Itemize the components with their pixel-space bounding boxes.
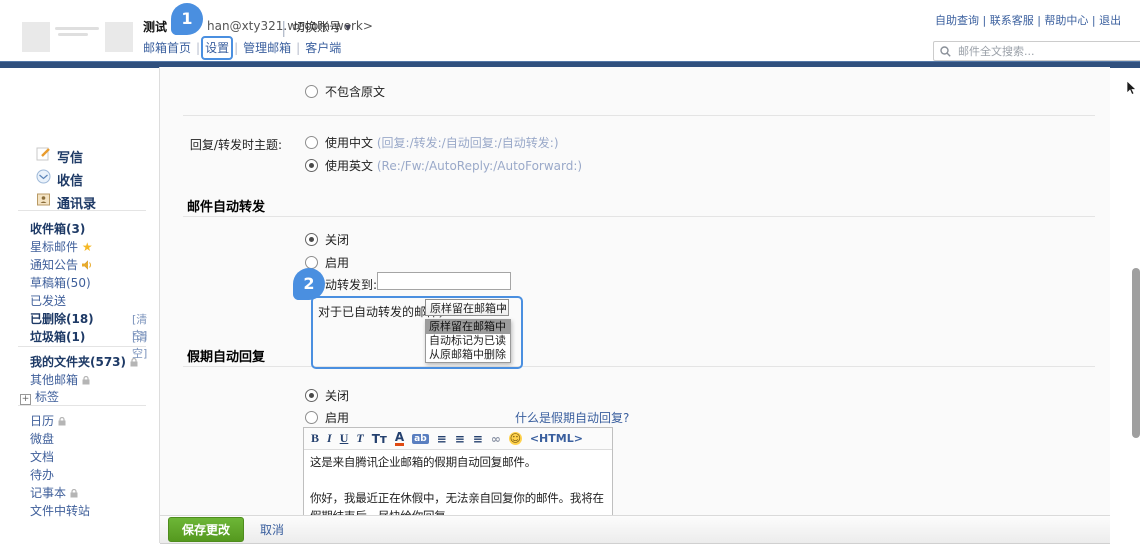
sidebar-item-spam[interactable]: 垃圾箱(1)	[30, 328, 85, 345]
nav-settings[interactable]: 设置	[205, 41, 229, 55]
forward-to-input[interactable]	[377, 272, 511, 290]
sidebar-item-notebook[interactable]: 记事本	[30, 484, 78, 501]
emoji-icon[interactable]: ☺	[508, 432, 522, 445]
brand-text-redacted-2	[58, 33, 88, 36]
save-button[interactable]: 保存更改	[168, 517, 245, 542]
account-name: 测试	[143, 20, 168, 34]
sidebar-item-starred[interactable]: 星标邮件 ★	[30, 238, 93, 255]
speaker-icon	[81, 260, 91, 270]
search-icon	[940, 45, 951, 57]
vacation-section-title: 假期自动回复	[187, 350, 266, 365]
nav-manage-mailbox[interactable]: 管理邮箱	[243, 41, 291, 55]
html-mode-icon[interactable]: <HTML>	[530, 432, 583, 445]
sidebar-compose[interactable]: 写信	[57, 147, 83, 166]
footer-bar: 保存更改 取消	[160, 515, 1110, 544]
inbox-check-icon	[36, 169, 51, 188]
autoforward-section-title: 邮件自动转发	[187, 200, 266, 215]
account-separator: |	[281, 18, 287, 37]
radio-icon[interactable]	[305, 411, 318, 424]
cancel-link[interactable]: 取消	[260, 521, 284, 538]
nav-mail-home[interactable]: 邮箱首页	[143, 41, 191, 55]
subject-chinese-hint: (回复:/转发:/自动回复:/自动转发:)	[376, 136, 559, 150]
annotation-box-2	[311, 296, 523, 369]
sidebar-item-weidrive[interactable]: 微盘	[30, 430, 54, 447]
star-icon: ★	[81, 240, 93, 254]
nav-client[interactable]: 客户端	[305, 41, 341, 55]
lock-icon	[70, 488, 78, 498]
insert-link-icon[interactable]: ∞	[491, 432, 501, 446]
font-size-icon[interactable]: Tт	[372, 432, 387, 446]
editor-body[interactable]: 这是来自腾讯企业邮箱的假期自动回复邮件。 你好，我最近正在休假中，无法亲自回复你…	[304, 450, 612, 516]
radio-subject-english[interactable]: 使用英文 (Re:/Fw:/AutoReply:/AutoForward:)	[305, 157, 582, 174]
brand-logo	[22, 22, 50, 52]
sidebar-item-docs[interactable]: 文档	[30, 448, 54, 465]
sidebar-item-todo[interactable]: 待办	[30, 466, 54, 483]
annotation-badge-2: 2	[293, 268, 325, 300]
sidebar-item-inbox[interactable]: 收件箱(3)	[30, 220, 85, 237]
radio-icon[interactable]	[305, 136, 318, 149]
align-icon[interactable]: ≡	[437, 432, 447, 446]
sidebar-item-tags[interactable]: + 标签	[20, 388, 59, 405]
annotation-badge-1: 1	[171, 3, 203, 35]
sidebar-item-deleted[interactable]: 已删除(18)	[30, 310, 94, 327]
header-nav: 邮箱首页 | 设置 | 管理邮箱 | 客户端	[143, 41, 342, 55]
sidebar-item-drafts[interactable]: 草稿箱(50)	[30, 274, 91, 291]
sidebar-item-other-mailbox[interactable]: 其他邮箱	[30, 371, 90, 388]
compose-icon	[36, 146, 51, 165]
search-input[interactable]	[956, 43, 1120, 59]
exmail-settings-page: 测试 han@xty321.wecom.work> | 切换账号 ▼ 邮箱首页 |…	[0, 0, 1140, 559]
quick-links[interactable]: 自助查询 | 联系客服 | 帮助中心 | 退出	[935, 12, 1140, 28]
subject-row-label: 回复/转发时主题:	[189, 138, 282, 152]
sidebar-item-my-folders[interactable]: 我的文件夹(573)	[30, 353, 138, 370]
mouse-cursor-icon	[1126, 81, 1137, 95]
indent-icon[interactable]: ≡	[473, 432, 483, 446]
editor-toolbar: B I U T Tт A ab ≡ ≡ ≡ ∞ ☺ <HTML>	[304, 428, 612, 450]
sidebar-divider-1	[18, 210, 146, 211]
lock-icon	[58, 416, 66, 426]
italic-icon[interactable]: I	[327, 431, 332, 446]
scrollbar-thumb[interactable]	[1132, 268, 1140, 438]
radio-vacation-off[interactable]: 关闭	[305, 387, 349, 404]
sidebar-receive[interactable]: 收信	[57, 170, 83, 189]
bold-icon[interactable]: B	[311, 431, 319, 446]
font-color-icon[interactable]: A	[394, 431, 405, 446]
vacation-help-link[interactable]: 什么是假期自动回复?	[515, 409, 629, 426]
radio-icon-selected[interactable]	[305, 233, 318, 246]
chevron-down-icon: ▼	[344, 23, 351, 32]
autoforward-divider	[183, 216, 1095, 217]
radio-autoforward-off[interactable]: 关闭	[305, 231, 349, 248]
sidebar-item-announcements[interactable]: 通知公告	[30, 256, 93, 273]
radio-icon-selected[interactable]	[305, 389, 318, 402]
lock-icon	[82, 375, 90, 385]
reply-text-line1: 这是来自腾讯企业邮箱的假期自动回复邮件。	[310, 455, 536, 469]
radio-subject-chinese[interactable]: 使用中文 (回复:/转发:/自动回复:/自动转发:)	[305, 134, 559, 151]
brand-text-redacted	[55, 27, 99, 30]
reply-text-line2: 你好，我最近正在休假中，无法亲自回复你的邮件。我将在假期结束后，尽快给你回复。	[310, 491, 604, 516]
sidebar: 写信 收信 通讯录 收件箱(3) 星标邮件 ★ 通知公告 草稿箱(50) 已发送…	[0, 67, 159, 543]
contacts-icon	[36, 192, 51, 211]
switch-account-link[interactable]: 切换账号 ▼	[293, 18, 351, 35]
radio-vacation-on[interactable]: 启用	[305, 409, 349, 426]
vacation-reply-editor[interactable]: B I U T Tт A ab ≡ ≡ ≡ ∞ ☺ <HTML> 这是来自腾讯企…	[303, 427, 613, 516]
ordered-list-icon[interactable]: ≡	[455, 432, 465, 446]
expand-icon[interactable]: +	[20, 394, 31, 405]
section-divider-top	[183, 115, 1095, 116]
radio-icon[interactable]	[305, 85, 318, 98]
sidebar-divider-3	[18, 405, 146, 406]
sidebar-item-calendar[interactable]: 日历	[30, 412, 66, 429]
subject-english-hint: (Re:/Fw:/AutoReply:/AutoForward:)	[376, 159, 583, 173]
sidebar-divider-2	[18, 346, 146, 347]
search-box[interactable]	[933, 41, 1140, 61]
lock-icon	[130, 357, 138, 367]
brand-logo-2	[105, 22, 133, 52]
underline-icon[interactable]: U	[340, 431, 349, 446]
font-family-icon[interactable]: T	[356, 431, 363, 446]
radio-exclude-original[interactable]: 不包含原文	[305, 83, 385, 100]
radio-icon-selected[interactable]	[305, 159, 318, 172]
sidebar-item-file-transfer[interactable]: 文件中转站	[30, 502, 90, 519]
highlight-icon[interactable]: ab	[412, 433, 429, 444]
sidebar-item-sent[interactable]: 已发送	[30, 292, 66, 309]
